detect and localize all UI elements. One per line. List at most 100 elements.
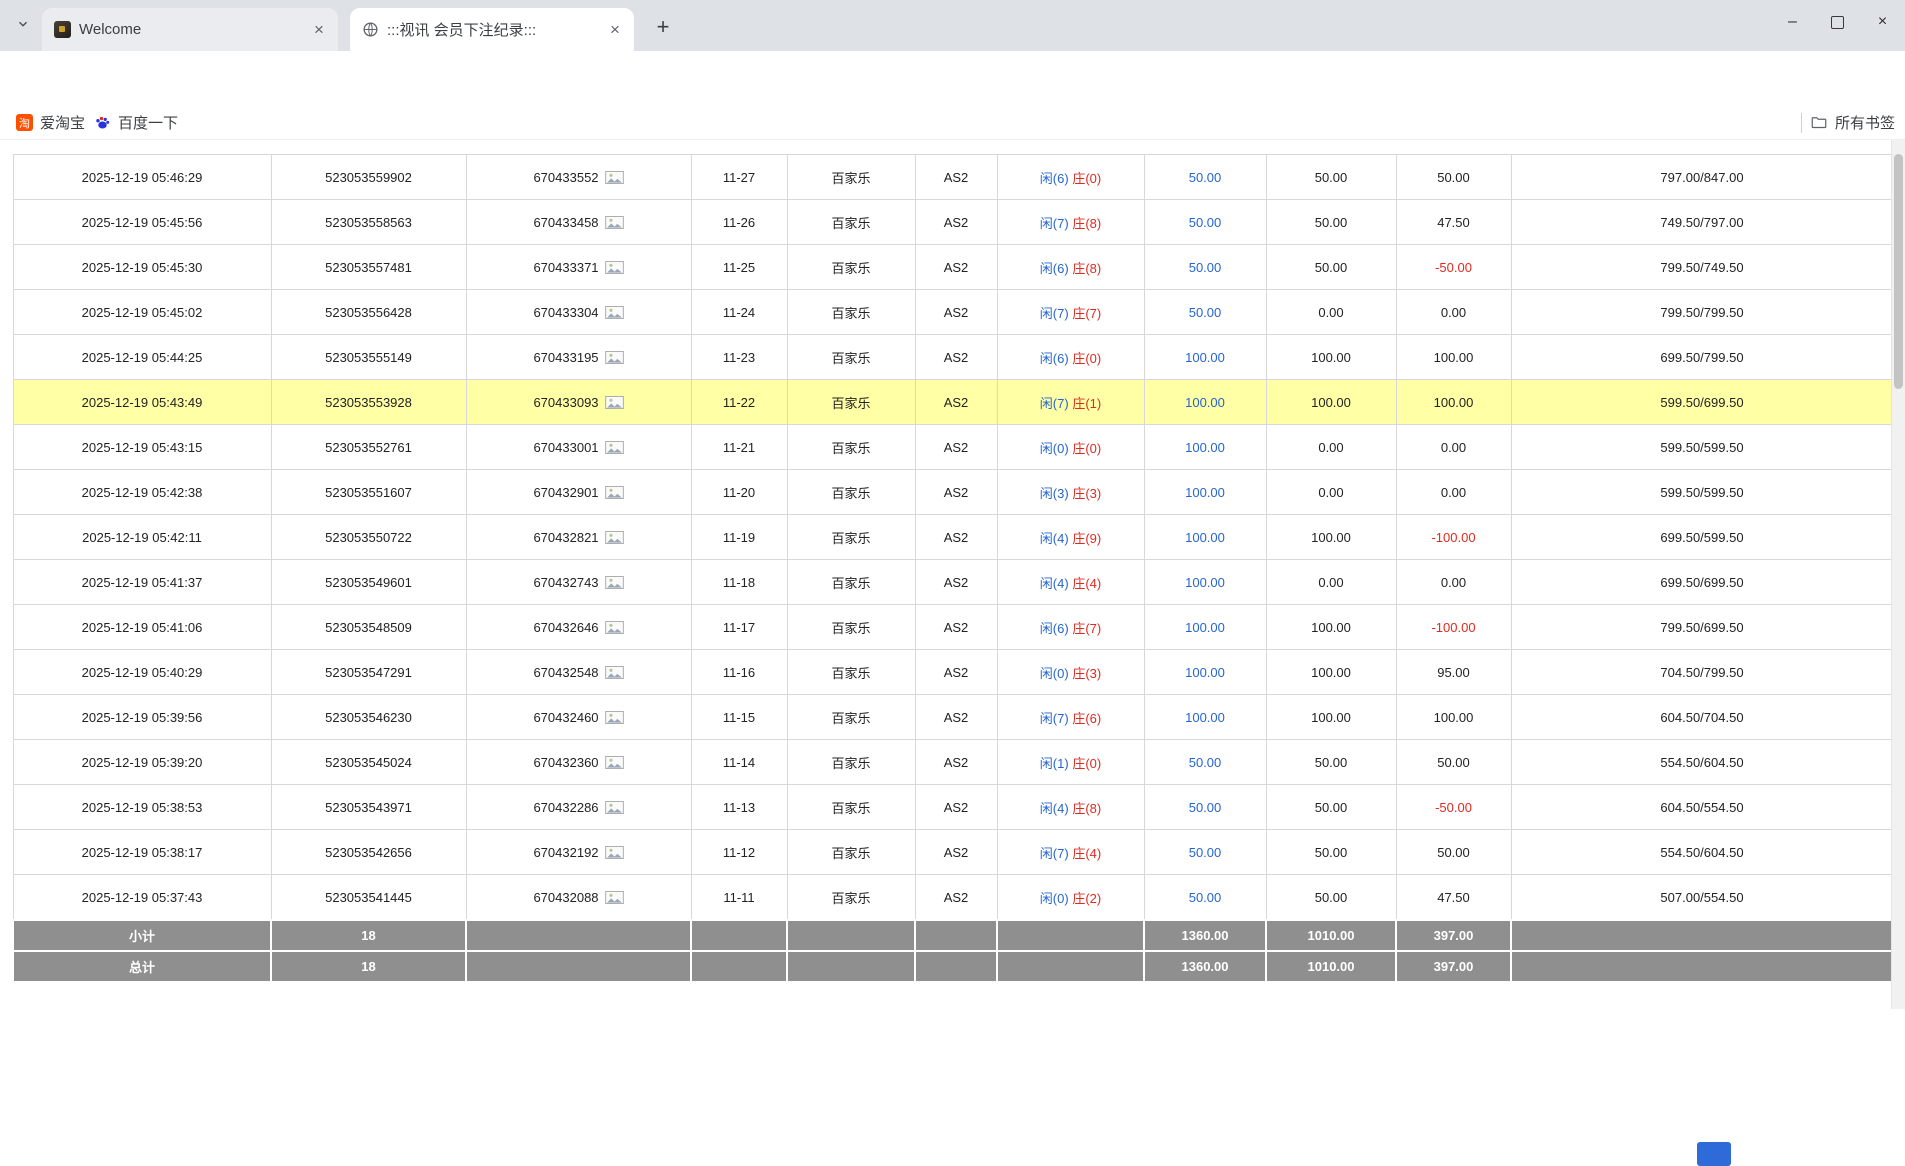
bet-id: 523053546230 [271,695,466,740]
game-name: 百家乐 [787,380,915,425]
result-image-icon[interactable] [605,171,624,184]
game-name: 百家乐 [787,560,915,605]
game-result: 闲(7) 庄(6) [997,695,1144,740]
close-window-button[interactable]: × [1860,0,1905,44]
result-image-icon[interactable] [605,396,624,409]
table-code: AS2 [915,380,997,425]
result-image-icon[interactable] [605,801,624,814]
win-loss: 95.00 [1396,650,1511,695]
table-row[interactable]: 2025-12-19 05:45:02523053556428670433304… [13,290,1893,335]
new-tab-button[interactable]: + [648,12,678,42]
summary-cell [691,951,787,982]
table-row[interactable]: 2025-12-19 05:45:30523053557481670433371… [13,245,1893,290]
win-loss: -100.00 [1396,515,1511,560]
valid-amount: 50.00 [1266,875,1396,921]
bet-amount-link[interactable]: 50.00 [1144,200,1266,245]
result-image-icon[interactable] [605,531,624,544]
result-image-icon[interactable] [605,756,624,769]
game-name: 百家乐 [787,200,915,245]
round-number: 11-21 [691,425,787,470]
bet-amount-link[interactable]: 100.00 [1144,380,1266,425]
result-image-icon[interactable] [605,441,624,454]
bet-amount-link[interactable]: 50.00 [1144,740,1266,785]
valid-amount: 100.00 [1266,380,1396,425]
table-code: AS2 [915,290,997,335]
table-row[interactable]: 2025-12-19 05:40:29523053547291670432548… [13,650,1893,695]
game-name: 百家乐 [787,425,915,470]
table-row[interactable]: 2025-12-19 05:41:37523053549601670432743… [13,560,1893,605]
bet-amount-link[interactable]: 50.00 [1144,875,1266,921]
result-image-icon[interactable] [605,306,624,319]
tab-close-icon[interactable]: × [308,19,330,41]
bookmark-label: 爱淘宝 [40,112,85,133]
vertical-scrollbar[interactable] [1891,140,1905,1009]
result-image-icon[interactable] [605,216,624,229]
bet-amount-link[interactable]: 100.00 [1144,695,1266,740]
bet-amount-link[interactable]: 100.00 [1144,425,1266,470]
bet-amount-link[interactable]: 50.00 [1144,830,1266,875]
table-row[interactable]: 2025-12-19 05:43:49523053553928670433093… [13,380,1893,425]
bet-amount-link[interactable]: 100.00 [1144,335,1266,380]
table-code: AS2 [915,605,997,650]
result-image-icon[interactable] [605,351,624,364]
bet-amount-link[interactable]: 100.00 [1144,650,1266,695]
globe-favicon-icon [362,21,379,38]
bet-amount-link[interactable]: 50.00 [1144,155,1266,200]
result-image-icon[interactable] [605,621,624,634]
win-total: 397.00 [1396,920,1511,951]
tab-bet-record[interactable]: :::视讯 会员下注纪录::: × [350,8,634,51]
table-row[interactable]: 2025-12-19 05:46:29523053559902670433552… [13,155,1893,200]
game-number: 670433093 [466,380,691,425]
table-row[interactable]: 2025-12-19 05:38:17523053542656670432192… [13,830,1893,875]
valid-amount: 100.00 [1266,650,1396,695]
bet-amount-link[interactable]: 50.00 [1144,290,1266,335]
balance: 554.50/604.50 [1511,830,1893,875]
all-bookmarks-button[interactable]: 所有书签 [1810,112,1895,133]
bet-amount-link[interactable]: 50.00 [1144,785,1266,830]
tab-close-icon[interactable]: × [604,19,626,41]
table-code: AS2 [915,785,997,830]
table-row[interactable]: 2025-12-19 05:42:11523053550722670432821… [13,515,1893,560]
tab-welcome[interactable]: Welcome × [42,8,338,51]
table-row[interactable]: 2025-12-19 05:41:06523053548509670432646… [13,605,1893,650]
table-code: AS2 [915,335,997,380]
table-row[interactable]: 2025-12-19 05:42:38523053551607670432901… [13,470,1893,515]
table-row[interactable]: 2025-12-19 05:39:20523053545024670432360… [13,740,1893,785]
folder-icon [1810,114,1828,132]
bet-amount-link[interactable]: 50.00 [1144,245,1266,290]
result-image-icon[interactable] [605,576,624,589]
bet-amount-link[interactable]: 100.00 [1144,560,1266,605]
result-image-icon[interactable] [605,666,624,679]
restore-button[interactable] [1815,0,1860,44]
result-image-icon[interactable] [605,261,624,274]
result-image-icon[interactable] [605,486,624,499]
tab-title: :::视讯 会员下注纪录::: [387,19,596,40]
pagination-button[interactable] [1697,1142,1731,1166]
table-row[interactable]: 2025-12-19 05:38:53523053543971670432286… [13,785,1893,830]
bet-amount-link[interactable]: 100.00 [1144,605,1266,650]
table-row[interactable]: 2025-12-19 05:44:25523053555149670433195… [13,335,1893,380]
table-row[interactable]: 2025-12-19 05:43:15523053552761670433001… [13,425,1893,470]
bet-amount-link[interactable]: 100.00 [1144,470,1266,515]
result-image-icon[interactable] [605,846,624,859]
bet-amount-link[interactable]: 100.00 [1144,515,1266,560]
summary-label: 总计 [13,951,271,982]
minimize-button[interactable]: – [1770,0,1815,44]
bookmark-baidu[interactable]: 百度一下 [86,110,186,135]
win-loss: 47.50 [1396,200,1511,245]
round-number: 11-11 [691,875,787,921]
scrollbar-thumb[interactable] [1894,154,1903,389]
table-row[interactable]: 2025-12-19 05:39:56523053546230670432460… [13,695,1893,740]
summary-label: 小计 [13,920,271,951]
table-code: AS2 [915,515,997,560]
game-number: 670432460 [466,695,691,740]
bet-time: 2025-12-19 05:43:49 [13,380,271,425]
result-image-icon[interactable] [605,891,624,904]
tab-strip-chevron-icon[interactable] [14,15,32,33]
result-image-icon[interactable] [605,711,624,724]
table-row[interactable]: 2025-12-19 05:37:43523053541445670432088… [13,875,1893,921]
bookmark-taobao[interactable]: 淘 爱淘宝 [8,110,93,135]
round-number: 11-16 [691,650,787,695]
table-row[interactable]: 2025-12-19 05:45:56523053558563670433458… [13,200,1893,245]
game-result: 闲(7) 庄(4) [997,830,1144,875]
